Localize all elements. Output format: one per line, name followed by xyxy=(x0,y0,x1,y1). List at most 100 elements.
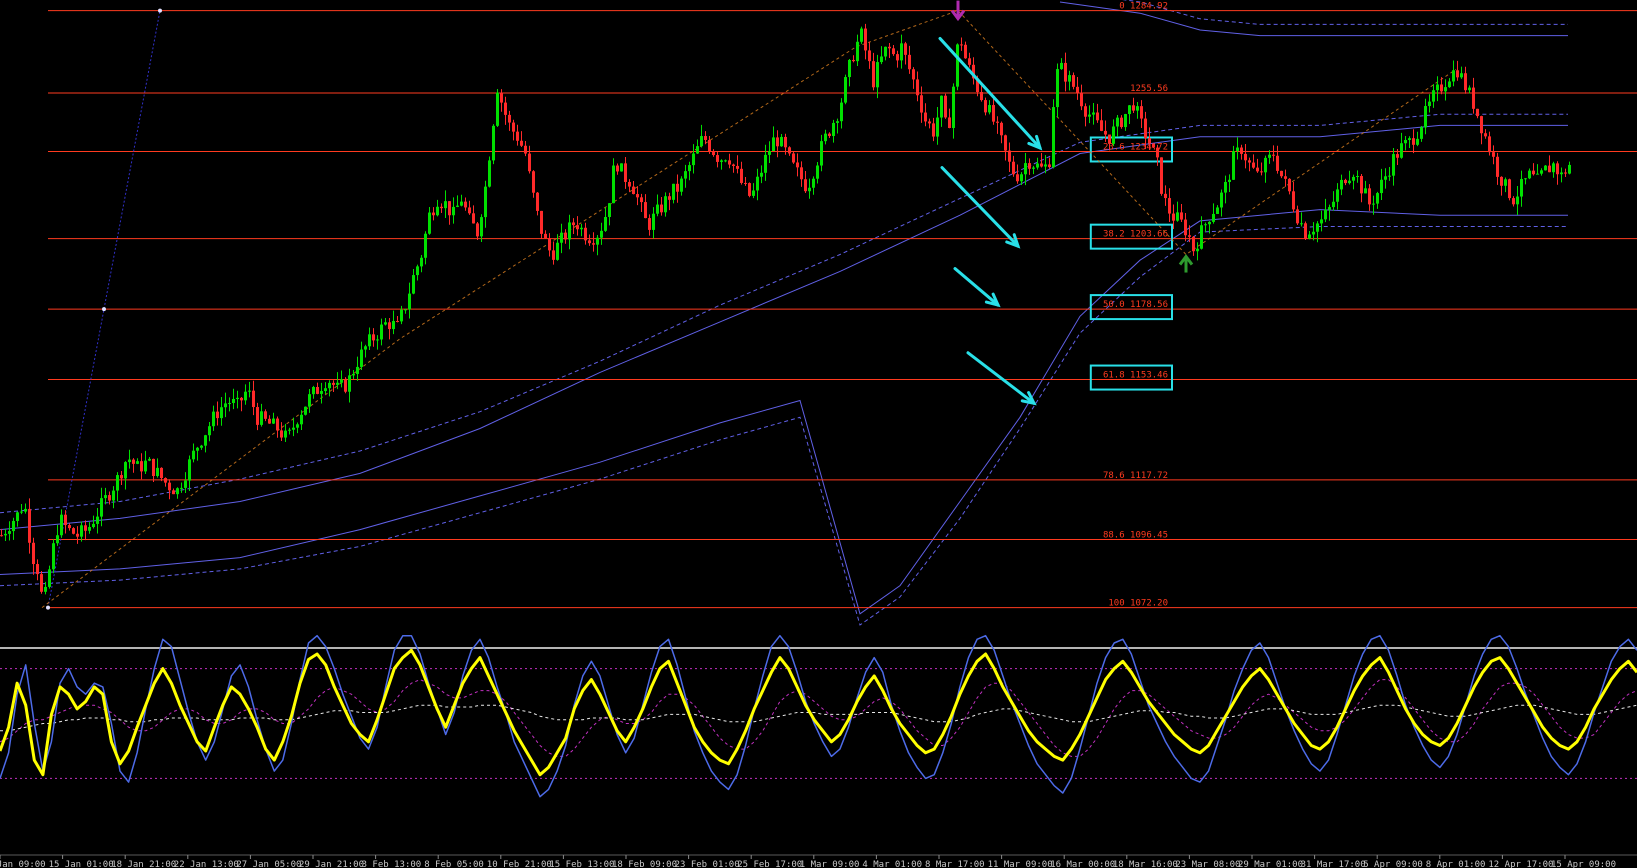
candle-body xyxy=(476,223,479,237)
candle-body xyxy=(1376,193,1379,204)
candle-body xyxy=(316,387,319,394)
candle-body xyxy=(748,183,751,196)
candle-body xyxy=(856,41,859,62)
candle-body xyxy=(196,447,199,451)
candle-body xyxy=(1468,87,1471,91)
candle-body xyxy=(1024,163,1027,175)
candle-body xyxy=(76,533,79,537)
candle-body xyxy=(444,201,447,209)
candle-body xyxy=(1448,81,1451,88)
candle-body xyxy=(16,512,19,521)
candle-body xyxy=(1364,188,1367,194)
candle xyxy=(304,406,307,416)
candle-body xyxy=(168,482,171,491)
candle-body xyxy=(676,183,679,192)
candle-body xyxy=(688,165,691,172)
candle-body xyxy=(328,382,331,389)
candle-body xyxy=(452,206,455,216)
candle-body xyxy=(44,586,47,592)
candle-body xyxy=(408,293,411,310)
candle-body xyxy=(892,48,895,55)
candle-body xyxy=(1460,73,1463,78)
fib-level-label: 1255.56 xyxy=(1130,84,1168,94)
candle-body xyxy=(1528,170,1531,179)
candle-body xyxy=(1396,154,1399,158)
candle-body xyxy=(600,230,603,238)
candle-body xyxy=(820,141,823,166)
candle-body xyxy=(936,117,939,137)
candle-body xyxy=(1016,174,1019,182)
candle-body xyxy=(524,145,527,154)
candle-body xyxy=(984,100,987,113)
candle-body xyxy=(1008,150,1011,162)
candle-body xyxy=(1252,162,1255,168)
candle-body xyxy=(332,382,335,385)
time-label: 8 Mar 17:00 xyxy=(925,860,985,868)
candle-body xyxy=(36,564,39,575)
candle-body xyxy=(728,160,731,165)
candle-body xyxy=(928,121,931,124)
fib-level-label: 78.6 1117.72 xyxy=(1103,471,1168,481)
candle-body xyxy=(1340,179,1343,190)
candle-body xyxy=(372,334,375,341)
candle xyxy=(792,151,795,164)
candle-body xyxy=(364,346,367,350)
candle-body xyxy=(980,92,983,101)
candle-body xyxy=(952,86,955,128)
candle xyxy=(1052,99,1055,169)
candle-body xyxy=(268,418,271,424)
candle-body xyxy=(536,192,539,211)
candle-body xyxy=(24,508,27,512)
candle-body xyxy=(708,139,711,152)
fib-level-label: 50.0 1178.56 xyxy=(1103,300,1168,310)
time-label: 6 Jan 09:00 xyxy=(0,860,46,868)
candle-body xyxy=(1220,192,1223,208)
candle-body xyxy=(60,514,63,536)
candle-body xyxy=(564,232,567,240)
candle-body xyxy=(492,125,495,161)
candle-body xyxy=(764,154,767,173)
candle-body xyxy=(776,137,779,147)
candle-body xyxy=(1200,225,1203,249)
candle-body xyxy=(1388,175,1391,177)
candle-body xyxy=(1236,147,1239,152)
candle-body xyxy=(1476,108,1479,117)
candle-body xyxy=(40,574,43,592)
candle-body xyxy=(480,217,483,237)
candle-body xyxy=(1520,178,1523,197)
candle-body xyxy=(1128,105,1131,115)
candle-body xyxy=(32,542,35,565)
candle xyxy=(344,377,347,394)
candle-body xyxy=(1380,179,1383,194)
candle-body xyxy=(112,490,115,501)
candle-body xyxy=(244,391,247,401)
candle-body xyxy=(644,202,647,219)
candle xyxy=(844,74,847,105)
candle-body xyxy=(380,324,383,340)
candle-body xyxy=(816,165,819,179)
candle-body xyxy=(1196,248,1199,252)
candle-body xyxy=(1324,209,1327,220)
candle-body xyxy=(1184,219,1187,236)
time-label: 5 Apr 09:00 xyxy=(1363,860,1423,868)
candle xyxy=(1508,178,1511,201)
time-label: 1 Mar 09:00 xyxy=(800,860,860,868)
candle-body xyxy=(612,165,615,204)
candle-body xyxy=(784,136,787,148)
candle-body xyxy=(188,459,191,481)
candle-body xyxy=(140,461,143,472)
candle-body xyxy=(300,414,303,425)
candle xyxy=(72,527,75,535)
candle-body xyxy=(288,429,291,431)
candle-body xyxy=(1544,165,1547,171)
candle-body xyxy=(1452,70,1455,82)
candle-body xyxy=(8,531,11,534)
time-label: 15 Feb 13:00 xyxy=(549,860,614,868)
candle-body xyxy=(1404,139,1407,144)
candle-body xyxy=(1500,176,1503,186)
candle-body xyxy=(772,137,775,152)
candle-body xyxy=(1264,157,1267,173)
candle-body xyxy=(388,322,391,330)
candle-body xyxy=(804,179,807,192)
candle-body xyxy=(1240,147,1243,154)
